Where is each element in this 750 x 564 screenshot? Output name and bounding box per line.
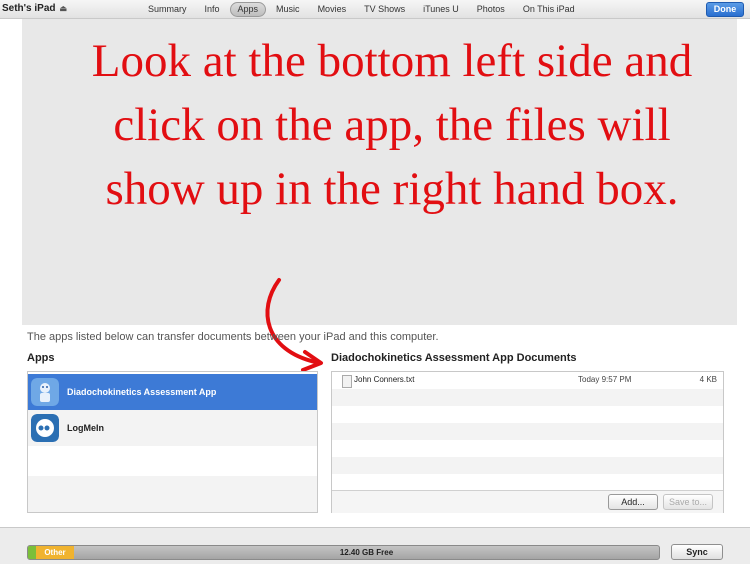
device-name[interactable]: Seth's iPad ⏏ xyxy=(2,3,67,14)
documents-heading: Diadochokinetics Assessment App Document… xyxy=(331,352,577,364)
logmein-app-icon xyxy=(31,414,59,442)
tab-info[interactable]: Info xyxy=(197,2,228,17)
tab-movies[interactable]: Movies xyxy=(310,2,355,17)
document-name: John Conners.txt xyxy=(354,375,415,384)
list-item xyxy=(332,389,723,406)
apps-heading: Apps xyxy=(27,352,55,364)
curved-arrow-icon xyxy=(265,278,323,372)
device-name-label: Seth's iPad xyxy=(2,3,56,14)
document-date: Today 9:57 PM xyxy=(578,375,632,384)
list-item xyxy=(28,476,317,512)
tab-tv-shows[interactable]: TV Shows xyxy=(356,2,413,17)
tab-bar: Summary Info Apps Music Movies TV Shows … xyxy=(140,2,585,17)
instruction-text: Look at the bottom left side and click o… xyxy=(91,35,693,215)
list-item xyxy=(332,440,723,457)
app-name: LogMeIn xyxy=(67,423,104,433)
list-item xyxy=(332,406,723,423)
tab-music[interactable]: Music xyxy=(268,2,308,17)
device-toolbar: Seth's iPad ⏏ Summary Info Apps Music Mov… xyxy=(0,0,750,19)
documents-footer: Add... Save to... xyxy=(332,490,723,513)
app-row-diadochokinetics[interactable]: Diadochokinetics Assessment App xyxy=(28,374,317,410)
file-icon xyxy=(342,375,352,388)
diadochokinetics-app-icon xyxy=(31,378,59,406)
tab-itunes-u[interactable]: iTunes U xyxy=(415,2,467,17)
add-button[interactable]: Add... xyxy=(608,494,658,510)
list-item xyxy=(332,474,723,491)
tab-summary[interactable]: Summary xyxy=(140,2,195,17)
tab-photos[interactable]: Photos xyxy=(469,2,513,17)
list-item xyxy=(332,423,723,440)
capacity-bar: Other 12.40 GB Free xyxy=(27,545,660,560)
capacity-segment-other: Other xyxy=(36,546,74,559)
document-size: 4 KB xyxy=(699,375,717,384)
tab-apps[interactable]: Apps xyxy=(229,2,267,17)
instruction-overlay: Look at the bottom left side and click o… xyxy=(22,19,737,325)
list-item xyxy=(28,446,317,476)
save-to-button[interactable]: Save to... xyxy=(663,494,713,510)
capacity-free-label: 12.40 GB Free xyxy=(339,548,394,557)
documents-list: John Conners.txt Today 9:57 PM 4 KB Add.… xyxy=(331,371,724,513)
app-row-logmein[interactable]: LogMeIn xyxy=(28,410,317,446)
file-sharing-description: The apps listed below can transfer docum… xyxy=(27,331,439,343)
document-row[interactable]: John Conners.txt Today 9:57 PM 4 KB xyxy=(332,372,723,389)
app-name: Diadochokinetics Assessment App xyxy=(67,387,217,397)
tab-on-this-ipad[interactable]: On This iPad xyxy=(515,2,583,17)
capacity-segment-apps xyxy=(28,546,36,559)
done-button[interactable]: Done xyxy=(706,2,744,17)
capacity-bar-area: Other 12.40 GB Free Sync xyxy=(0,527,750,564)
list-item xyxy=(332,457,723,474)
eject-icon[interactable]: ⏏ xyxy=(60,4,68,13)
apps-list: Diadochokinetics Assessment App LogMeIn xyxy=(27,371,318,513)
sync-button[interactable]: Sync xyxy=(671,544,723,560)
